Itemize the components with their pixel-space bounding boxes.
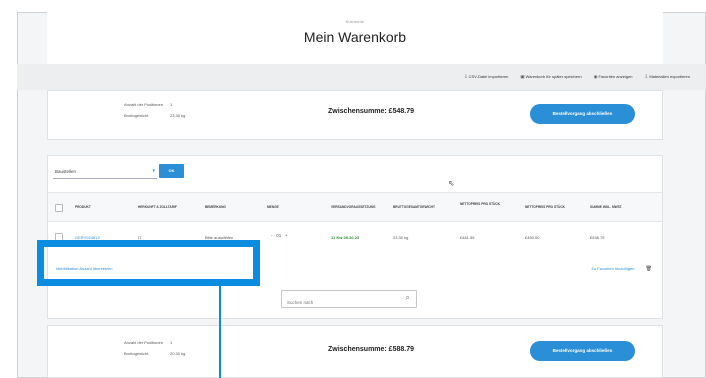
item-count-value: 1 xyxy=(170,340,173,345)
filter-ok-button[interactable]: OK xyxy=(159,164,184,178)
row-total: £548.79 xyxy=(590,235,605,240)
mouse-cursor-icon: ⇖ xyxy=(448,179,455,188)
toolbar-link-export[interactable]: ⇩Materialien exportieren xyxy=(645,74,690,80)
row-price-each-2: £450.00 xyxy=(525,235,540,240)
checkout-button[interactable]: Bestellvorgang abschließen xyxy=(530,104,635,124)
col-net-price-2: Nettopreis pro Stück xyxy=(525,205,565,209)
import-icon: ⇩ xyxy=(644,74,649,79)
callout-highlight-box xyxy=(37,240,260,286)
table-header: Produkt Herkunft & Zolltarif Bemerkung M… xyxy=(48,192,662,222)
quantity-increment-button[interactable]: + xyxy=(285,233,288,238)
col-gross-weight: Bruttogesamtgewicht xyxy=(393,205,435,209)
row-actions: Zu Favoriten hinzufügen 🗑 xyxy=(591,266,652,272)
breadcrumb[interactable]: Startseite xyxy=(47,12,663,24)
weight-label: Bruttogewicht xyxy=(124,351,149,356)
col-product: Produkt xyxy=(75,205,91,209)
col-origin: Herkunft & Zolltarif xyxy=(138,205,177,209)
col-total: Summe inkl. MwSt. xyxy=(590,205,623,209)
add-to-favorites-link[interactable]: Zu Favoriten hinzufügen xyxy=(591,266,634,271)
item-count-label: Anzahl der Positionen xyxy=(124,340,163,345)
trash-icon[interactable]: 🗑 xyxy=(646,266,652,272)
view-icon: ◉ xyxy=(593,74,598,79)
row-price-each: £461.55 xyxy=(460,235,475,240)
cart-toolbar: ⇩CSV-Datei importieren ▣Warenkorb für sp… xyxy=(17,64,706,90)
cart-summary-bottom: Anzahl der Positionen 1 Bruttogewicht 20.3… xyxy=(47,325,663,378)
toolbar-link-save-cart[interactable]: ▣Warenkorb für später speichern xyxy=(520,74,581,80)
select-all-checkbox[interactable] xyxy=(55,204,63,212)
search-icon[interactable]: ⌕ xyxy=(406,293,410,303)
table-search: ⌕ xyxy=(281,290,417,311)
col-net-price: Nettopreis pro Stück xyxy=(460,202,500,206)
cart-summary-top: Anzahl der Positionen 1 Bruttogewicht 23.3… xyxy=(47,90,663,140)
checkout-button[interactable]: Bestellvorgang abschließen xyxy=(530,341,635,361)
cart-table-panel: Baustellen ▾ OK ⇖ Produkt Herkunft & Zol… xyxy=(47,155,663,319)
weight-value: 23.30 kg xyxy=(170,113,186,118)
shipping-date: 11 Kw 28.10.23 xyxy=(331,235,360,240)
item-count-label: Anzahl der Positionen xyxy=(124,102,163,107)
quantity-value[interactable]: 01 xyxy=(276,233,281,238)
import-icon: ⇩ xyxy=(463,74,468,79)
callout-pointer-line xyxy=(219,286,221,378)
row-weight: 23.30 kg xyxy=(393,235,409,240)
subtotal: Zwischensumme: £588.79 xyxy=(328,346,414,353)
quantity-decrement-button[interactable]: - xyxy=(271,233,273,238)
toolbar-link-favorites[interactable]: ◉Favoriten anzeigen xyxy=(594,74,633,80)
subtotal: Zwischensumme: £548.79 xyxy=(328,108,414,115)
search-input[interactable] xyxy=(282,294,392,311)
item-count-value: 1 xyxy=(170,102,173,107)
page-title: Mein Warenkorb xyxy=(303,29,407,45)
chevron-down-icon: ▾ xyxy=(152,168,155,174)
col-shipping: Versandvoraussetzung xyxy=(331,205,376,209)
col-remark: Bemerkung xyxy=(205,205,226,209)
weight-label: Bruttogewicht xyxy=(124,113,149,118)
save-icon: ▣ xyxy=(520,74,525,79)
project-filter-select[interactable]: Baustellen ▾ xyxy=(53,164,157,179)
quantity-stepper: - 01 + xyxy=(271,233,288,238)
page-header: Startseite Mein Warenkorb xyxy=(47,12,663,64)
weight-value: 20.30 kg xyxy=(170,351,186,356)
col-quantity: Menge xyxy=(267,205,279,209)
toolbar-link-import-csv[interactable]: ⇩CSV-Datei importieren xyxy=(464,74,509,80)
